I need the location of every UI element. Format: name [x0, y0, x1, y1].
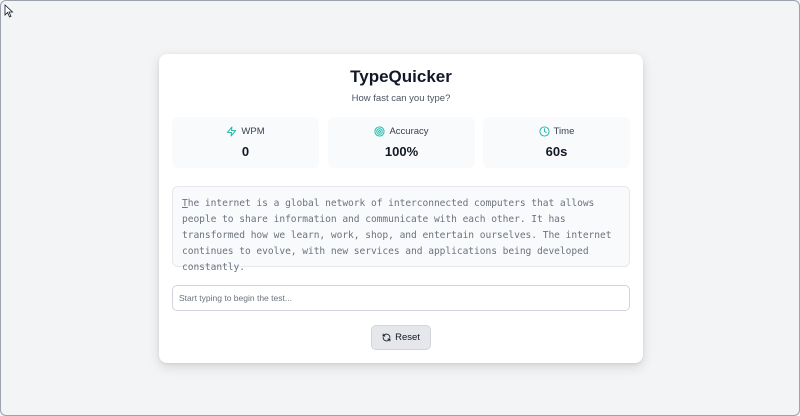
target-icon: [374, 126, 385, 137]
typing-passage: The internet is a global network of inte…: [172, 186, 630, 273]
browser-window: TypeQuicker How fast can you type? WPM 0…: [0, 0, 800, 416]
passage-text: he internet is a global network of inter…: [182, 198, 612, 273]
stat-value: 100%: [384, 144, 419, 159]
stat-wpm: WPM 0: [172, 117, 319, 168]
stat-value: 0: [241, 144, 250, 159]
reset-button[interactable]: Reset: [371, 325, 431, 350]
stat-accuracy: Accuracy 100%: [328, 117, 475, 168]
app-title: TypeQuicker: [350, 67, 452, 86]
app-subtitle: How fast can you type?: [351, 93, 451, 104]
typing-input[interactable]: [172, 285, 630, 311]
reset-button-label: Reset: [395, 332, 420, 343]
stat-time: Time 60s: [483, 117, 630, 168]
stat-label: WPM: [241, 126, 265, 137]
mouse-cursor-icon: [4, 4, 14, 18]
stat-value: 60s: [545, 144, 568, 159]
refresh-icon: [382, 333, 391, 342]
stat-label: Accuracy: [389, 126, 429, 137]
typing-test-card: TypeQuicker How fast can you type? WPM 0…: [159, 54, 643, 363]
lightning-icon: [227, 126, 237, 137]
clock-icon: [539, 126, 550, 137]
stat-label: Time: [553, 126, 575, 137]
